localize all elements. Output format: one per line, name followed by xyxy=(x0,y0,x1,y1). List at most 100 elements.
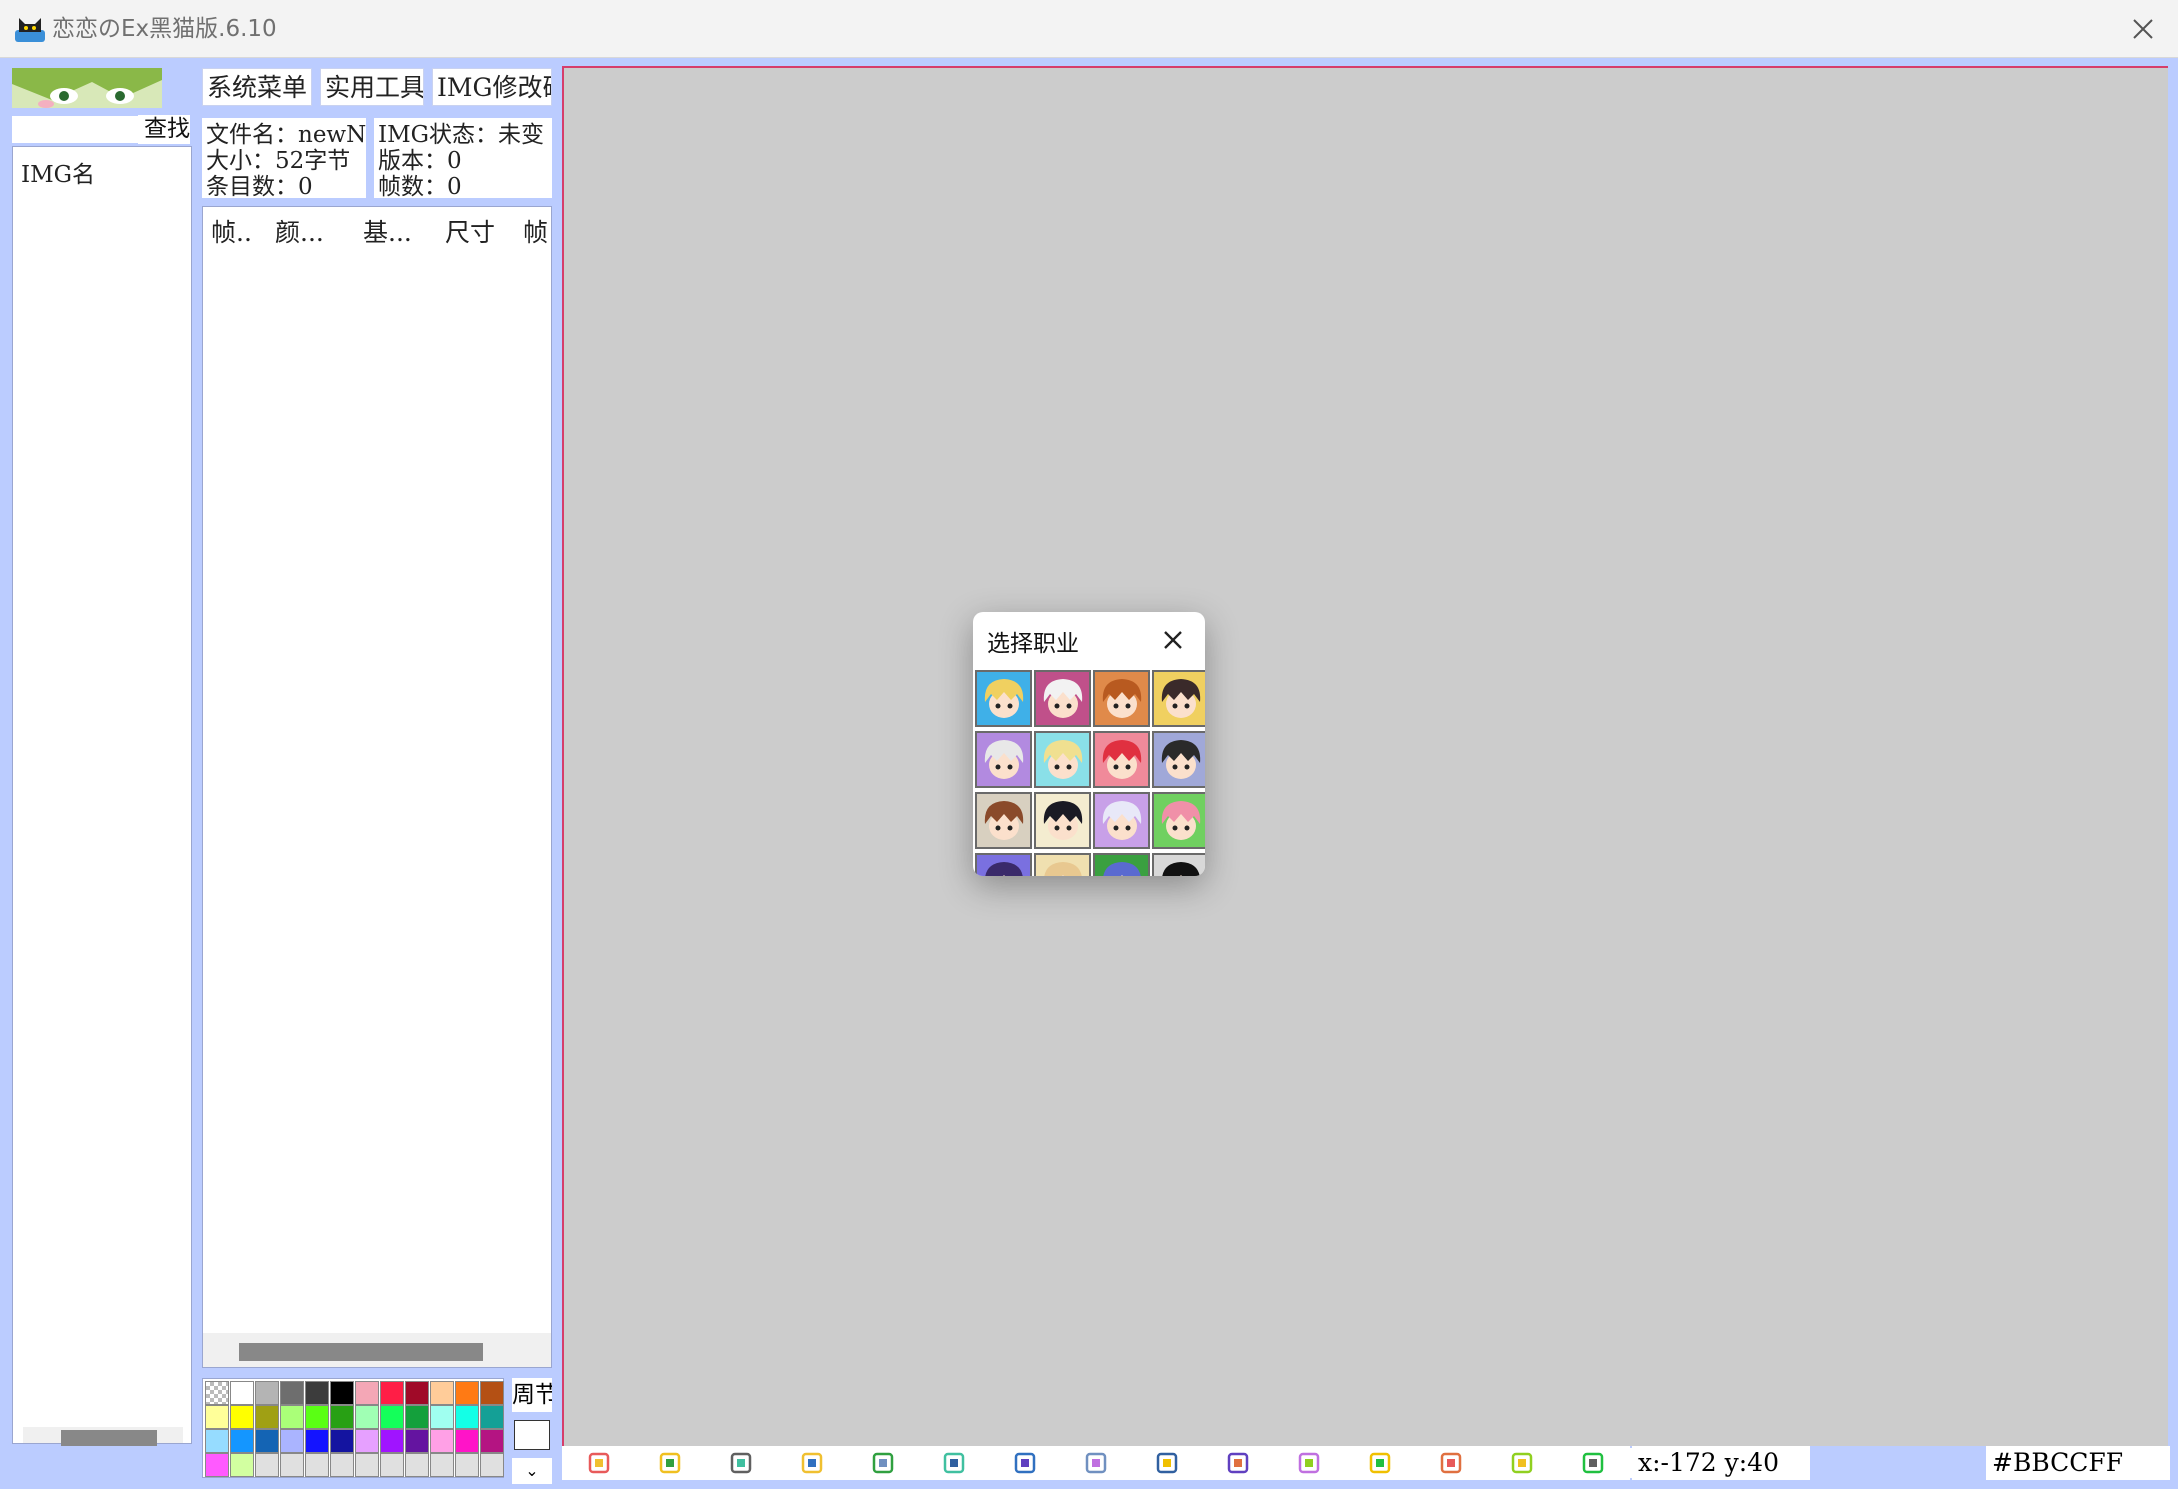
picker-icon[interactable] xyxy=(1495,1448,1563,1478)
palette-swatch[interactable] xyxy=(205,1429,229,1453)
line-icon[interactable] xyxy=(1282,1448,1350,1478)
color-palette[interactable] xyxy=(202,1378,504,1478)
crop-person-icon[interactable] xyxy=(1069,1448,1137,1478)
tools-menu-button[interactable]: 实用工具 xyxy=(320,68,424,106)
job-portrait[interactable] xyxy=(975,731,1032,788)
palette-swatch[interactable] xyxy=(405,1381,429,1405)
palette-swatch[interactable] xyxy=(355,1405,379,1429)
palette-swatch[interactable] xyxy=(330,1381,354,1405)
palette-swatch[interactable] xyxy=(455,1453,479,1477)
palette-swatch[interactable] xyxy=(255,1429,279,1453)
job-portrait[interactable] xyxy=(975,670,1032,727)
palette-swatch[interactable] xyxy=(205,1453,229,1477)
column-header[interactable]: 基... xyxy=(363,213,412,249)
palette-swatch[interactable] xyxy=(280,1381,304,1405)
job-portrait[interactable] xyxy=(1093,792,1150,849)
palette-swatch[interactable] xyxy=(255,1453,279,1477)
job-portrait[interactable] xyxy=(1034,731,1091,788)
job-portrait[interactable] xyxy=(1093,670,1150,727)
palette-swatch[interactable] xyxy=(255,1381,279,1405)
selected-color-box[interactable] xyxy=(514,1420,550,1450)
palette-swatch[interactable] xyxy=(430,1453,454,1477)
palette-swatch[interactable] xyxy=(280,1429,304,1453)
job-portrait[interactable] xyxy=(1152,792,1205,849)
zoom-icon[interactable] xyxy=(998,1448,1066,1478)
list-scrollbar-thumb[interactable] xyxy=(61,1430,157,1446)
column-header[interactable]: 帧.. xyxy=(211,213,252,249)
palette-swatch[interactable] xyxy=(230,1405,254,1429)
palette-swatch[interactable] xyxy=(455,1405,479,1429)
job-portrait[interactable] xyxy=(1034,853,1091,876)
rect-icon[interactable] xyxy=(1353,1448,1421,1478)
job-portrait[interactable] xyxy=(1093,731,1150,788)
palette-swatch[interactable] xyxy=(330,1429,354,1453)
palette-swatch[interactable] xyxy=(455,1381,479,1405)
palette-icon[interactable] xyxy=(643,1448,711,1478)
palette-swatch[interactable] xyxy=(430,1381,454,1405)
palette-swatch[interactable] xyxy=(305,1453,329,1477)
search-input[interactable] xyxy=(12,116,138,143)
palette-swatch[interactable] xyxy=(480,1453,504,1477)
palette-swatch[interactable] xyxy=(380,1453,404,1477)
column-header[interactable]: 颜... xyxy=(275,213,324,249)
palette-swatch[interactable] xyxy=(330,1453,354,1477)
palette-swatch[interactable] xyxy=(480,1429,504,1453)
palette-swatch[interactable] xyxy=(480,1405,504,1429)
frame-table[interactable]: 帧.. 颜... 基... 尺寸 帧 xyxy=(202,206,552,1368)
palette-swatch[interactable] xyxy=(330,1405,354,1429)
list-scrollbar[interactable] xyxy=(23,1427,183,1446)
palette-swatch[interactable] xyxy=(455,1429,479,1453)
job-portrait[interactable] xyxy=(1034,670,1091,727)
palette-swatch[interactable] xyxy=(305,1405,329,1429)
palette-swatch[interactable] xyxy=(280,1405,304,1429)
palette-swatch[interactable] xyxy=(430,1405,454,1429)
palette-swatch[interactable] xyxy=(480,1381,504,1405)
crop-icon[interactable] xyxy=(1140,1448,1208,1478)
palette-swatch[interactable] xyxy=(405,1405,429,1429)
grid-icon[interactable] xyxy=(714,1448,782,1478)
palette-swatch[interactable] xyxy=(305,1381,329,1405)
chevron-down-icon[interactable]: ⌄ xyxy=(512,1458,552,1484)
job-portrait[interactable] xyxy=(1152,670,1205,727)
close-icon[interactable] xyxy=(1159,626,1187,654)
tag-icon[interactable] xyxy=(1566,1448,1634,1478)
pen-icon[interactable] xyxy=(1211,1448,1279,1478)
palette-swatch[interactable] xyxy=(380,1381,404,1405)
palette-swatch[interactable] xyxy=(355,1453,379,1477)
job-portrait[interactable] xyxy=(1152,731,1205,788)
canvas-area[interactable] xyxy=(562,66,2168,1446)
img-list[interactable]: IMG名 xyxy=(12,146,192,1446)
close-icon[interactable] xyxy=(2128,14,2158,44)
eraser-icon[interactable] xyxy=(1424,1448,1492,1478)
img-confirm-button[interactable]: IMG修改确认 xyxy=(432,68,552,106)
palette-swatch[interactable] xyxy=(430,1429,454,1453)
palette-swatch[interactable] xyxy=(405,1429,429,1453)
job-portrait[interactable] xyxy=(975,792,1032,849)
palette-swatch[interactable] xyxy=(305,1429,329,1453)
palette-swatch[interactable] xyxy=(280,1453,304,1477)
palette-swatch[interactable] xyxy=(230,1381,254,1405)
table-scrollbar[interactable] xyxy=(203,1333,551,1367)
job-portrait[interactable] xyxy=(1034,792,1091,849)
table-scrollbar-thumb[interactable] xyxy=(239,1343,483,1361)
system-menu-button[interactable]: 系统菜单 xyxy=(202,68,312,106)
palette-swatch[interactable] xyxy=(230,1453,254,1477)
cloud-icon[interactable] xyxy=(927,1448,995,1478)
palette-swatch[interactable] xyxy=(380,1429,404,1453)
job-portrait[interactable] xyxy=(1152,853,1205,876)
palette-swatch[interactable] xyxy=(405,1453,429,1477)
job-portrait[interactable] xyxy=(1093,853,1150,876)
column-header[interactable]: 帧 xyxy=(523,213,548,249)
palette-swatch[interactable] xyxy=(230,1429,254,1453)
palette-swatch[interactable] xyxy=(255,1405,279,1429)
palette-swatch[interactable] xyxy=(355,1381,379,1405)
cat-icon[interactable] xyxy=(785,1448,853,1478)
film-icon[interactable] xyxy=(856,1448,924,1478)
palette-swatch[interactable] xyxy=(355,1429,379,1453)
record-icon[interactable] xyxy=(572,1448,640,1478)
palette-swatch[interactable] xyxy=(205,1405,229,1429)
job-portrait[interactable] xyxy=(975,853,1032,876)
column-header[interactable]: 尺寸 xyxy=(445,213,495,249)
search-button[interactable]: 查找 xyxy=(138,115,190,144)
palette-swatch[interactable] xyxy=(380,1405,404,1429)
